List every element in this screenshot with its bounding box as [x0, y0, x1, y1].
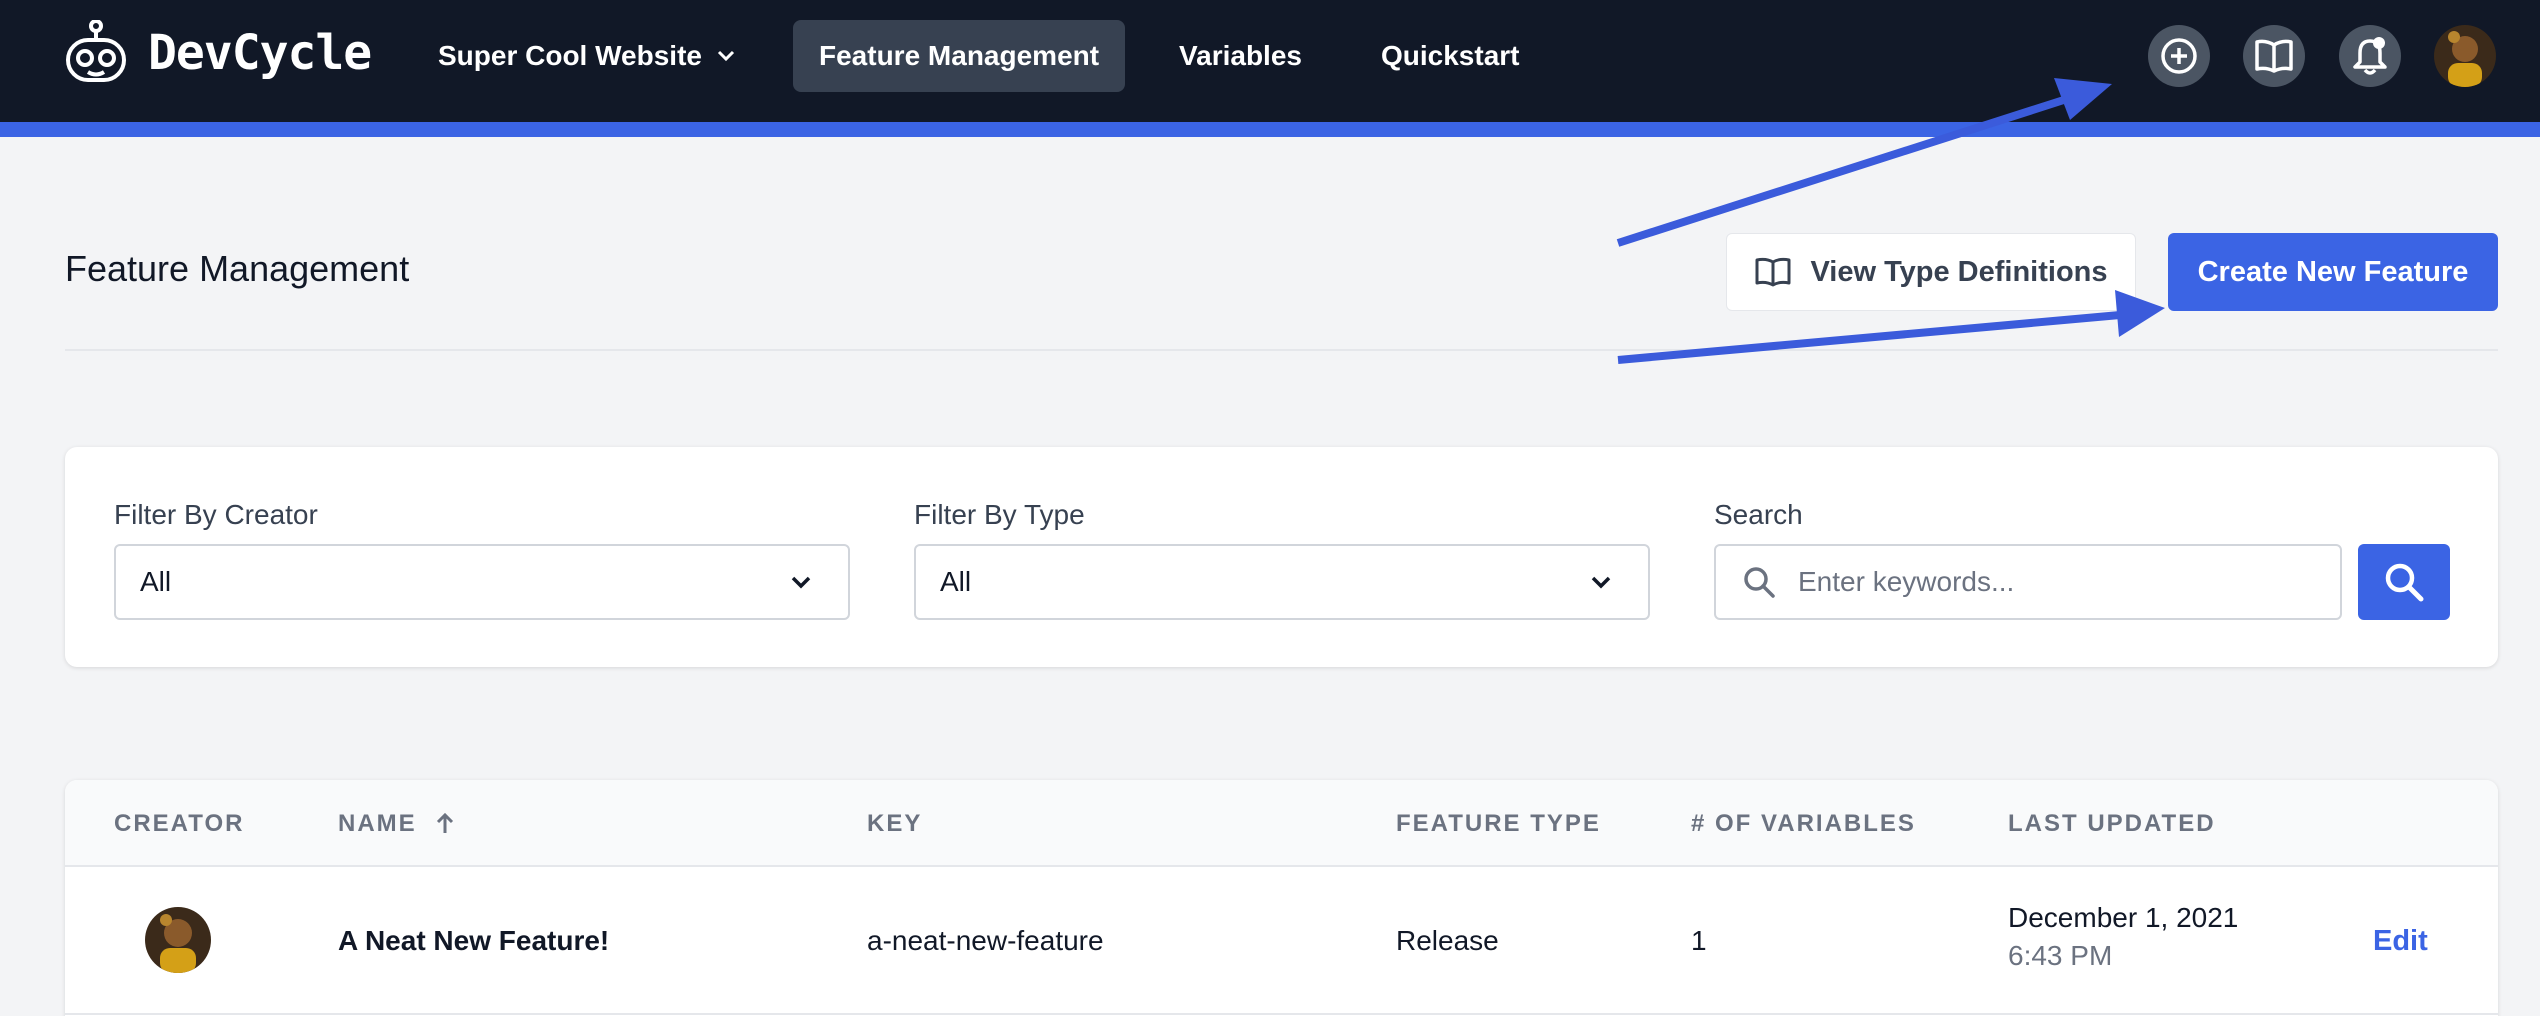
edit-link[interactable]: Edit [2373, 867, 2428, 1015]
search-icon [2385, 563, 2424, 602]
creator-avatar [145, 907, 211, 973]
filter-panel: Filter By Creator All Filter By Type All… [65, 447, 2498, 667]
avatar-image [145, 907, 211, 973]
brand-name: DevCycle [148, 25, 372, 81]
create-button[interactable] [2148, 25, 2210, 87]
header-divider [65, 349, 2498, 351]
search-label: Search [1714, 499, 1803, 530]
column-header-name-label: NAME [338, 809, 417, 837]
notifications-button[interactable] [2339, 25, 2401, 87]
column-header-key[interactable]: KEY [867, 780, 922, 867]
nav-quickstart-label: Quickstart [1381, 40, 1520, 71]
top-navbar: DevCycle Super Cool Website Feature Mana… [0, 0, 2540, 122]
last-updated-cell: December 1, 2021 6:43 PM [2008, 902, 2238, 972]
plus-circle-icon [2161, 38, 2197, 74]
search-input[interactable]: Enter keywords... [1714, 544, 2342, 620]
nav-accent-bar [0, 122, 2540, 137]
docs-button[interactable] [2243, 25, 2305, 87]
project-selector[interactable]: Super Cool Website [412, 20, 762, 92]
column-header-creator[interactable]: CREATOR [114, 780, 244, 867]
feature-variable-count: 1 [1691, 925, 1707, 956]
create-new-feature-button[interactable]: Create New Feature [2168, 233, 2498, 311]
arrow-up-icon [436, 812, 453, 833]
search-icon [1744, 567, 1775, 598]
view-type-definitions-label: View Type Definitions [1810, 255, 2108, 288]
page-title: Feature Management [65, 248, 410, 289]
nav-feature-management-label: Feature Management [819, 40, 1100, 71]
features-table: CREATOR NAME KEY FEATURE TYPE # OF VARIA… [65, 780, 2498, 1016]
search-button[interactable] [2358, 544, 2450, 620]
feature-type: Release [1396, 925, 1499, 956]
column-header-name[interactable]: NAME [338, 780, 455, 867]
avatar-image [2434, 25, 2496, 87]
bell-icon [2353, 37, 2387, 75]
book-open-icon [1755, 257, 1791, 287]
robot-logo-icon [66, 20, 126, 82]
devcycle-logo[interactable]: DevCycle [64, 18, 372, 88]
last-updated-time: 6:43 PM [2008, 940, 2113, 971]
chevron-down-icon [1591, 576, 1611, 589]
filter-creator-select[interactable]: All [114, 544, 850, 620]
filter-creator-label: Filter By Creator [114, 499, 318, 530]
chevron-down-icon [791, 576, 811, 589]
book-open-icon [2255, 39, 2293, 73]
nav-variables-label: Variables [1179, 40, 1302, 71]
project-selector-label: Super Cool Website [438, 40, 702, 71]
column-header-feature-type[interactable]: FEATURE TYPE [1396, 780, 1601, 867]
feature-key: a-neat-new-feature [867, 925, 1104, 956]
column-header-last-updated[interactable]: LAST UPDATED [2008, 780, 2216, 867]
user-avatar[interactable] [2434, 25, 2496, 87]
view-type-definitions-button[interactable]: View Type Definitions [1726, 233, 2136, 311]
nav-variables[interactable]: Variables [1153, 20, 1328, 92]
search-placeholder: Enter keywords... [1798, 566, 2015, 597]
last-updated-date: December 1, 2021 [2008, 902, 2239, 933]
table-row[interactable]: A Neat New Feature! a-neat-new-feature R… [65, 867, 2498, 1015]
table-header: CREATOR NAME KEY FEATURE TYPE # OF VARIA… [65, 780, 2498, 867]
create-new-feature-label: Create New Feature [2197, 255, 2469, 288]
filter-type-select[interactable]: All [914, 544, 1650, 620]
filter-type-label: Filter By Type [914, 499, 1085, 530]
feature-name[interactable]: A Neat New Feature! [338, 867, 609, 1015]
filter-creator-value: All [140, 566, 172, 597]
nav-quickstart[interactable]: Quickstart [1355, 20, 1546, 92]
chevron-down-icon [716, 49, 736, 63]
filter-type-value: All [940, 566, 972, 597]
column-header-variables[interactable]: # OF VARIABLES [1691, 780, 1916, 867]
nav-feature-management[interactable]: Feature Management [793, 20, 1126, 92]
